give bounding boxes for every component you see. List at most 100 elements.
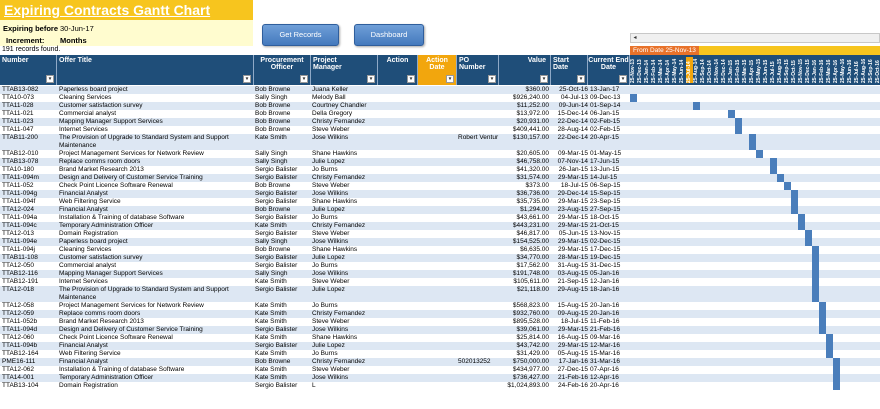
cell-title: Financial Analyst xyxy=(59,342,108,349)
table-row[interactable]: TTAB13-082 Paperless board project Bob Bro… xyxy=(0,86,880,94)
table-row[interactable]: TTA11-021 Commercial analyst Bob Browne Del… xyxy=(0,110,880,118)
table-row[interactable]: TTAB11-200 The Provision of Upgrade to St… xyxy=(0,134,880,150)
table-row[interactable]: TTA11-094c Temporary Administration Offic… xyxy=(0,222,880,230)
table-row[interactable]: TTA12-058 Project Management Services for… xyxy=(0,302,880,310)
cell-start: 17-Jan-16 xyxy=(558,358,588,365)
table-row[interactable]: TTA12-062 Installation & Training of data… xyxy=(0,366,880,374)
cell-num: TTA12-059 xyxy=(2,310,35,317)
from-date-value[interactable]: 25-Nov-13 xyxy=(666,47,696,54)
cell-value: $568,823.00 xyxy=(512,302,549,309)
cell-value: $6,635.00 xyxy=(520,246,549,253)
cell-num: TTA11-047 xyxy=(2,126,34,133)
filter-dropdown-icon[interactable]: ▾ xyxy=(446,75,454,83)
cell-start: 09-Jun-14 xyxy=(558,102,588,109)
gantt-bar xyxy=(812,286,819,302)
cell-manager: Jo Burns xyxy=(312,262,338,269)
cell-num: TTAB11-108 xyxy=(2,254,38,261)
filter-dropdown-icon[interactable]: ▾ xyxy=(300,75,308,83)
table-row[interactable]: TTAB12-116 Mapping Manager Support Servic… xyxy=(0,270,880,278)
table-row[interactable]: TTA14-001 Temporary Administration Office… xyxy=(0,374,880,382)
cell-value: $409,441.00 xyxy=(512,126,549,133)
gantt-date-label: 25-May-15 xyxy=(756,58,762,83)
table-row[interactable]: TTAB12-191 Internet Services Kate Smith Ste… xyxy=(0,278,880,286)
cell-value: $43,742.00 xyxy=(516,342,549,349)
cell-officer: Sally Singh xyxy=(255,238,288,245)
table-row[interactable]: TTAB12-010 Project Management Services fo… xyxy=(0,150,880,158)
get-records-button[interactable]: Get Records xyxy=(262,24,339,46)
table-row[interactable]: TTA12-018 The Provision of Upgrade to Sta… xyxy=(0,286,880,302)
table-row[interactable]: TTA10-073 Cleaning Services Sally Singh Mel… xyxy=(0,94,880,102)
cell-value: $21,118.00 xyxy=(516,286,549,293)
table-row[interactable]: TTA11-094m Design and Delivery of Custome… xyxy=(0,174,880,182)
table-row[interactable]: TTA11-094a Installation & Training of dat… xyxy=(0,214,880,222)
table-row[interactable]: TTA10-180 Brand Market Research 2013 Sergi… xyxy=(0,166,880,174)
cell-num: TTA12-060 xyxy=(2,334,35,341)
filter-dropdown-icon[interactable]: ▾ xyxy=(577,75,585,83)
table-row[interactable]: TTA11-094e Paperless board project Sally S… xyxy=(0,238,880,246)
table-row[interactable]: TTA12-013 Domain Registration Sergio Balis… xyxy=(0,230,880,238)
cell-start: 31-Aug-15 xyxy=(557,262,588,269)
increment-value[interactable]: Months xyxy=(60,36,87,45)
table-row[interactable]: TTA11-094d Design and Delivery of Custome… xyxy=(0,326,880,334)
cell-title: Project Management Services for Network … xyxy=(59,302,204,309)
table-row[interactable]: TTA11-047 Internet Services Bob Browne Stev… xyxy=(0,126,880,134)
table-row[interactable]: TTA11-052 Check Point Licence Software Re… xyxy=(0,182,880,190)
cell-start: 29-Mar-15 xyxy=(558,342,588,349)
table-row[interactable]: TTA12-059 Replace comms room doors Kate Sm… xyxy=(0,310,880,318)
gantt-bar xyxy=(693,102,700,110)
cell-end: 06-Sep-15 xyxy=(590,182,621,189)
cell-end: 14-Jul-15 xyxy=(590,174,618,181)
table-row[interactable]: TTAB13-078 Replace comms room doors Sally … xyxy=(0,158,880,166)
table-row[interactable]: TTA12-050 Commercial analyst Sergio Balist… xyxy=(0,262,880,270)
dashboard-button[interactable]: Dashboard xyxy=(354,24,424,46)
filter-dropdown-icon[interactable]: ▾ xyxy=(367,75,375,83)
table-row[interactable]: TTAB12-164 Web Filtering Service Kate Smit… xyxy=(0,350,880,358)
table-row[interactable]: TTA11-094b Financial Analyst Sergio Balist… xyxy=(0,342,880,350)
table-row[interactable]: PME16-111 Financial Analyst Bob Browne Chri… xyxy=(0,358,880,366)
cell-title: Customer satisfaction survey xyxy=(59,102,143,109)
cell-value: $1,294.00 xyxy=(520,206,549,213)
table-row[interactable]: TTA11-094f Web Filtering Service Sergio Ba… xyxy=(0,198,880,206)
cell-num: TTA11-052 xyxy=(2,182,34,189)
cell-value: $736,427.00 xyxy=(512,374,549,381)
cell-num: TTA11-028 xyxy=(2,102,34,109)
scroll-left-icon[interactable]: ◂ xyxy=(630,33,640,43)
cell-manager: Steve Weber xyxy=(312,182,350,189)
cell-start: 29-Dec-14 xyxy=(557,190,588,197)
filter-dropdown-icon[interactable]: ▾ xyxy=(243,75,251,83)
cell-end: 06-Jan-15 xyxy=(590,110,620,117)
cell-num: TTA11-094e xyxy=(2,238,38,245)
table-row[interactable]: TTA11-023 Mapping Manager Support Service… xyxy=(0,118,880,126)
table-row[interactable]: TTA11-094g Financial Analyst Sergio Balist… xyxy=(0,190,880,198)
cell-officer: Sally Singh xyxy=(255,150,288,157)
filter-dropdown-icon[interactable]: ▾ xyxy=(46,75,54,83)
cell-officer: Bob Browne xyxy=(255,86,291,93)
cell-title: Internet Services xyxy=(59,278,108,285)
col-header-start: Start Date ▾ xyxy=(551,55,588,85)
table-row[interactable]: TTA12-024 Financial Analyst Bob Browne Juli… xyxy=(0,206,880,214)
expiring-value[interactable]: 30-Jun-17 xyxy=(60,24,94,33)
cell-value: $34,770.00 xyxy=(516,254,549,261)
table-row[interactable]: TTA11-028 Customer satisfaction survey Bob… xyxy=(0,102,880,110)
filter-dropdown-icon[interactable]: ▾ xyxy=(540,75,548,83)
cell-title: Mapping Manager Support Services xyxy=(59,270,163,277)
gantt-bar xyxy=(630,94,637,102)
gantt-bar xyxy=(791,198,798,206)
gantt-date-label: 25-Jan-15 xyxy=(728,59,734,83)
cell-num: TTA11-094a xyxy=(2,214,38,221)
gantt-date-label: 25-Apr-16 xyxy=(833,59,839,83)
cell-title: Check Point Licence Software Renewal xyxy=(59,182,173,189)
from-date-label: From Date 25-Nov-13 xyxy=(630,46,699,55)
cell-officer: Kate Smith xyxy=(255,222,287,229)
filter-dropdown-icon[interactable]: ▾ xyxy=(619,75,627,83)
cell-end: 11-Feb-16 xyxy=(590,318,620,325)
cell-title: Temporary Administration Officer xyxy=(59,222,154,229)
table-row[interactable]: TTA11-052b Brand Market Research 2013 Kate… xyxy=(0,318,880,326)
filter-dropdown-icon[interactable]: ▾ xyxy=(407,75,415,83)
filter-dropdown-icon[interactable]: ▾ xyxy=(488,75,496,83)
table-row[interactable]: TTAB13-104 Domain Registration Sergio Bali… xyxy=(0,382,880,390)
gantt-scrollbar[interactable] xyxy=(630,33,880,43)
table-row[interactable]: TTA11-094j Cleaning Services Bob Browne Sha… xyxy=(0,246,880,254)
table-row[interactable]: TTA12-060 Check Point Licence Software Re… xyxy=(0,334,880,342)
table-row[interactable]: TTAB11-108 Customer satisfaction survey Se… xyxy=(0,254,880,262)
